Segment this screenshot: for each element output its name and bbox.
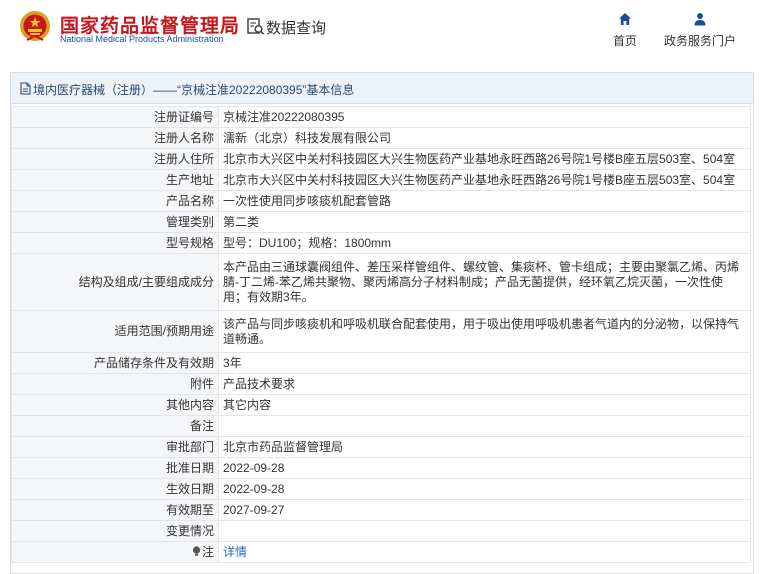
- table-row: 生产地址 北京市大兴区中关村科技园区大兴生物医药产业基地永旺西路26号院1号楼B…: [11, 169, 751, 191]
- table-row: 变更情况: [11, 520, 751, 542]
- user-icon: [694, 13, 706, 26]
- nav-gov-service-label: 政务服务门户: [663, 34, 736, 48]
- panel-header: 境内医疗器械（注册）——“京械注准20222080395”基本信息: [11, 73, 753, 104]
- field-label: 有效期至: [11, 499, 219, 521]
- field-value: 其它内容: [218, 394, 751, 416]
- site-header: 国家药品监督管理局 National Medical Products Admi…: [0, 0, 759, 60]
- field-label: 型号规格: [11, 232, 219, 254]
- table-row: 产品储存条件及有效期 3年: [11, 352, 751, 374]
- field-label: 变更情况: [11, 520, 219, 542]
- field-value: 北京市大兴区中关村科技园区大兴生物医药产业基地永旺西路26号院1号楼B座五层50…: [218, 148, 751, 170]
- field-value: 濡新（北京）科技发展有限公司: [218, 127, 751, 149]
- note-value-cell: 详情: [218, 541, 751, 563]
- field-label: 批准日期: [11, 457, 219, 479]
- field-value: 北京市药品监督管理局: [218, 436, 751, 458]
- field-label: 注册人住所: [11, 148, 219, 170]
- table-row: 适用范围/预期用途 该产品与同步咳痰机和呼吸机联合配套使用，用于吸出使用呼吸机患…: [11, 310, 751, 353]
- field-value: 3年: [218, 352, 751, 374]
- table-row: 注册证编号 京械注准20222080395: [11, 106, 751, 128]
- table-row: 审批部门 北京市药品监督管理局: [11, 436, 751, 458]
- field-label: 结构及组成/主要组成成分: [11, 253, 219, 311]
- field-value: 2022-09-28: [218, 457, 751, 479]
- data-query-icon: [247, 18, 265, 35]
- table-row: 生效日期 2022-09-28: [11, 478, 751, 500]
- field-label: 管理类别: [11, 211, 219, 233]
- national-emblem-icon: [20, 11, 50, 41]
- field-value: 该产品与同步咳痰机和呼吸机联合配套使用，用于吸出使用呼吸机患者气道内的分泌物，以…: [218, 310, 751, 353]
- field-label: 生产地址: [11, 169, 219, 191]
- field-label: 审批部门: [11, 436, 219, 458]
- details-link[interactable]: 详情: [223, 545, 247, 559]
- field-label: 注册人名称: [11, 127, 219, 149]
- field-value: 一次性使用同步咳痰机配套管路: [218, 190, 751, 212]
- field-value: 第二类: [218, 211, 751, 233]
- field-value: 北京市大兴区中关村科技园区大兴生物医药产业基地永旺西路26号院1号楼B座五层50…: [218, 169, 751, 191]
- table-row: 有效期至 2027-09-27: [11, 499, 751, 521]
- panel-title: 境内医疗器械（注册）——“京械注准20222080395”基本信息: [33, 83, 355, 97]
- info-table: 注册证编号 京械注准20222080395 注册人名称 濡新（北京）科技发展有限…: [11, 106, 751, 563]
- table-row: 管理类别 第二类: [11, 211, 751, 233]
- table-row: 型号规格 型号：DU100；规格：1800mm: [11, 232, 751, 254]
- field-label: 注册证编号: [11, 106, 219, 128]
- field-value: [218, 415, 751, 437]
- field-label: 附件: [11, 373, 219, 395]
- field-value: 产品技术要求: [218, 373, 751, 395]
- table-row: 附件 产品技术要求: [11, 373, 751, 395]
- field-label: 产品名称: [11, 190, 219, 212]
- record-panel: 境内医疗器械（注册）——“京械注准20222080395”基本信息 注册证编号 …: [10, 72, 754, 574]
- field-label: 备注: [11, 415, 219, 437]
- field-label: 其他内容: [11, 394, 219, 416]
- table-row: 其他内容 其它内容: [11, 394, 751, 416]
- table-row: 产品名称 一次性使用同步咳痰机配套管路: [11, 190, 751, 212]
- field-value: 2027-09-27: [218, 499, 751, 521]
- nav-home[interactable]: 首页: [605, 12, 645, 49]
- table-row: 结构及组成/主要组成成分 本产品由三通球囊阀组件、差压采样管组件、螺纹管、集痰杯…: [11, 253, 751, 311]
- table-row: 注册人住所 北京市大兴区中关村科技园区大兴生物医药产业基地永旺西路26号院1号楼…: [11, 148, 751, 170]
- org-name-en: National Medical Products Administration: [60, 34, 224, 44]
- field-label: 生效日期: [11, 478, 219, 500]
- note-label-cell: 注: [11, 541, 219, 563]
- field-label: 适用范围/预期用途: [11, 310, 219, 353]
- home-icon: [619, 13, 631, 25]
- table-row: 批准日期 2022-09-28: [11, 457, 751, 479]
- field-value: 本产品由三通球囊阀组件、差压采样管组件、螺纹管、集痰杯、管卡组成；主要由聚氯乙烯…: [218, 253, 751, 311]
- table-row: 备注: [11, 415, 751, 437]
- table-row: 注册人名称 濡新（北京）科技发展有限公司: [11, 127, 751, 149]
- field-value: 京械注准20222080395: [218, 106, 751, 128]
- note-row: 注 详情: [11, 541, 751, 563]
- data-query-label[interactable]: 数据查询: [266, 17, 326, 38]
- field-label: 产品储存条件及有效期: [11, 352, 219, 374]
- lightbulb-icon: [192, 545, 201, 556]
- document-icon: [20, 82, 31, 95]
- field-value: 型号：DU100；规格：1800mm: [218, 232, 751, 254]
- note-label: 注: [201, 544, 214, 559]
- nav-gov-service[interactable]: 政务服务门户: [658, 12, 742, 49]
- field-value: 2022-09-28: [218, 478, 751, 500]
- field-value: [218, 520, 751, 542]
- nav-home-label: 首页: [612, 34, 637, 48]
